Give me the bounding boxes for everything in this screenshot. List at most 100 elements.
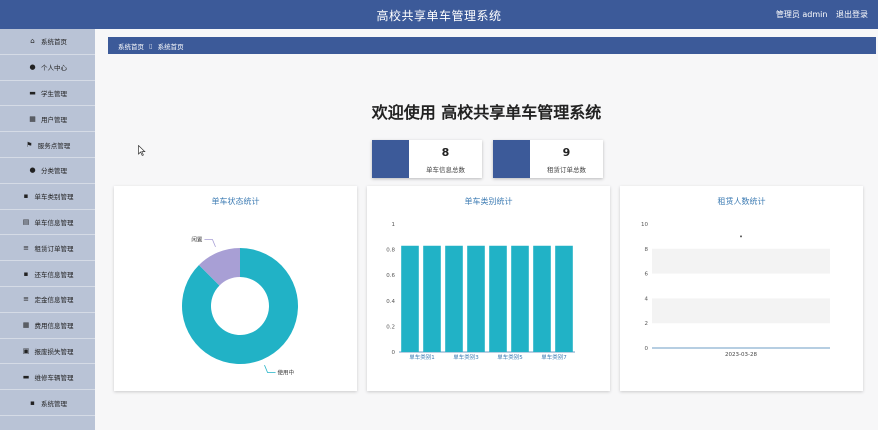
y-tick-label: 0: [392, 350, 396, 356]
y-tick-label: 0: [645, 346, 649, 352]
status-chart-card: 单车状态统计 使用中 闲置: [114, 186, 357, 391]
y-tick-label: 6: [645, 272, 649, 278]
y-tick-label: 0.2: [386, 324, 395, 330]
grid-band: [652, 298, 830, 324]
logout-link[interactable]: 退出登录: [836, 10, 868, 19]
y-tick-label: 8: [645, 247, 649, 253]
sidebar-item[interactable]: ▦ 用户管理: [0, 106, 95, 133]
breadcrumb-current: 系统首页: [157, 42, 184, 51]
y-tick-label: 10: [641, 222, 648, 228]
rental-count-chart: 0 2 4 6 8 10 2023-03-28: [641, 222, 830, 358]
sidebar-item[interactable]: ▦ 费用信息管理: [0, 313, 95, 339]
home-icon: ⌂: [30, 37, 35, 46]
x-tick-label: 单车类别3: [453, 353, 479, 361]
x-tick-label: 单车类别1: [409, 353, 435, 361]
pie-label: 闲置: [191, 235, 203, 243]
sidebar-item-label: 用户管理: [41, 115, 67, 124]
stat-color-block: [372, 140, 409, 178]
sidebar-item[interactable]: ● 分类管理: [0, 158, 95, 184]
sidebar-item[interactable]: ▪ 单车类别管理: [0, 184, 95, 210]
y-tick-label: 0.6: [386, 273, 395, 279]
y-tick-label: 1: [392, 222, 396, 228]
tray-icon: ▬: [22, 372, 30, 381]
sidebar: ⌂ 系统首页 ● 个人中心 ▬ 学生管理 ▦ 用户管理 ⚑ 服务点管理 ● 分类管理 ▪ 单车类别管理 ▤ 单…: [0, 29, 95, 430]
category-bar-chart: 0 0.2 0.4 0.6 0.8 1 单车类别1 单车类别3 单车类别5 单车类别7: [386, 222, 575, 361]
sidebar-item-label: 维修车辆管理: [34, 373, 74, 382]
sidebar-item-label: 服务点管理: [37, 141, 71, 150]
y-tick-label: 0.4: [386, 299, 395, 305]
sidebar-item[interactable]: ≡ 定金信息管理: [0, 287, 95, 313]
data-point: [740, 235, 742, 238]
sidebar-item[interactable]: ▤ 单车信息管理: [0, 210, 95, 236]
pin-icon: ●: [29, 166, 36, 175]
sidebar-item-label: 租赁订单管理: [34, 244, 74, 253]
bar: [555, 245, 573, 352]
x-tick-label: 单车类别5: [497, 353, 523, 361]
sidebar-item-label: 费用信息管理: [34, 322, 74, 331]
pie-label-line: [204, 239, 216, 248]
grid-band: [652, 248, 830, 274]
sidebar-item[interactable]: ● 个人中心: [0, 55, 95, 81]
sidebar-item-label: 单车信息管理: [34, 218, 74, 227]
sidebar-item[interactable]: ⌂ 系统首页: [0, 29, 95, 55]
category-chart-card: 单车类别统计 0 0.2 0.4 0.6 0.8 1 单车类别1 单车类别3 单车类别5 单车类别…: [367, 186, 610, 391]
sidebar-item-label: 个人中心: [41, 64, 67, 73]
sidebar-item[interactable]: ≡ 租赁订单管理: [0, 235, 95, 262]
stat-card-bikes: 8 单车信息总数: [372, 140, 482, 178]
apps-icon: ▪: [23, 192, 29, 201]
breadcrumb-root[interactable]: 系统首页: [118, 41, 144, 51]
chat-icon: ▬: [29, 88, 36, 97]
bar: [489, 245, 507, 352]
pie-label-line: [264, 364, 276, 373]
sidebar-item-label: 报废损失管理: [34, 347, 74, 356]
stat-label: 租赁订单总数: [547, 166, 586, 174]
stat-value: 8: [441, 146, 450, 159]
apps-icon: ▪: [30, 398, 35, 407]
main-content: 系统首页 ▯ 系统首页 欢迎使用 高校共享单车管理系统 8 单车信息总数 9 租…: [95, 29, 878, 430]
bar: [533, 245, 551, 352]
sidebar-item[interactable]: ▪ 系统管理: [0, 390, 95, 416]
bar: [401, 245, 419, 352]
mouse-cursor-icon: [138, 145, 146, 156]
flag-icon: ⚑: [26, 140, 33, 149]
bar: [445, 245, 463, 352]
doc-icon: ▤: [22, 217, 30, 226]
apps-icon: ▪: [23, 269, 29, 278]
sidebar-item-label: 还车信息管理: [34, 270, 74, 279]
sidebar-item-label: 系统首页: [41, 38, 67, 47]
pie-label: 使用中: [278, 369, 295, 377]
sidebar-item[interactable]: ▣ 报废损失管理: [0, 339, 95, 365]
status-pie-chart: 使用中 闲置: [182, 235, 298, 377]
stat-value: 9: [562, 146, 571, 159]
sidebar-item[interactable]: ▬ 维修车辆管理: [0, 364, 95, 391]
bar: [423, 245, 441, 352]
y-tick-label: 4: [645, 296, 649, 302]
film-icon: ▣: [22, 346, 30, 355]
user-icon: ●: [29, 63, 36, 72]
bar: [511, 245, 529, 352]
breadcrumb-separator-icon: ▯: [149, 41, 153, 50]
y-tick-label: 0.8: [386, 248, 395, 254]
top-bar: 高校共享单车管理系统 管理员 admin 退出登录: [0, 0, 878, 29]
sidebar-item[interactable]: ⚑ 服务点管理: [0, 132, 95, 158]
sidebar-item-label: 单车类别管理: [34, 193, 74, 202]
admin-user-label: 管理员 admin: [775, 10, 828, 19]
x-tick-label: 单车类别7: [541, 353, 567, 361]
stat-label: 单车信息总数: [426, 166, 465, 174]
bar: [467, 245, 485, 352]
y-tick-label: 2: [645, 321, 649, 327]
sidebar-item[interactable]: ▬ 学生管理: [0, 81, 95, 107]
x-tick-label: 2023-03-28: [725, 352, 757, 358]
rental-chart-card: 租赁人数统计 0 2 4 6 8 10 2023-03-28: [620, 186, 863, 391]
sidebar-item-label: 分类管理: [41, 167, 67, 176]
sidebar-item-label: 系统管理: [41, 399, 67, 408]
stat-color-block: [493, 140, 530, 178]
grid-icon: ▦: [29, 114, 36, 123]
welcome-heading: 欢迎使用 高校共享单车管理系统: [371, 103, 602, 122]
breadcrumb: 系统首页 ▯ 系统首页: [108, 37, 876, 54]
sidebar-item[interactable]: ▪ 还车信息管理: [0, 261, 95, 287]
sliders-icon: ≡: [23, 243, 29, 252]
app-title: 高校共享单车管理系统: [376, 9, 502, 23]
sidebar-item-label: 学生管理: [41, 89, 67, 98]
user-area: 管理员 admin 退出登录: [770, 9, 868, 20]
